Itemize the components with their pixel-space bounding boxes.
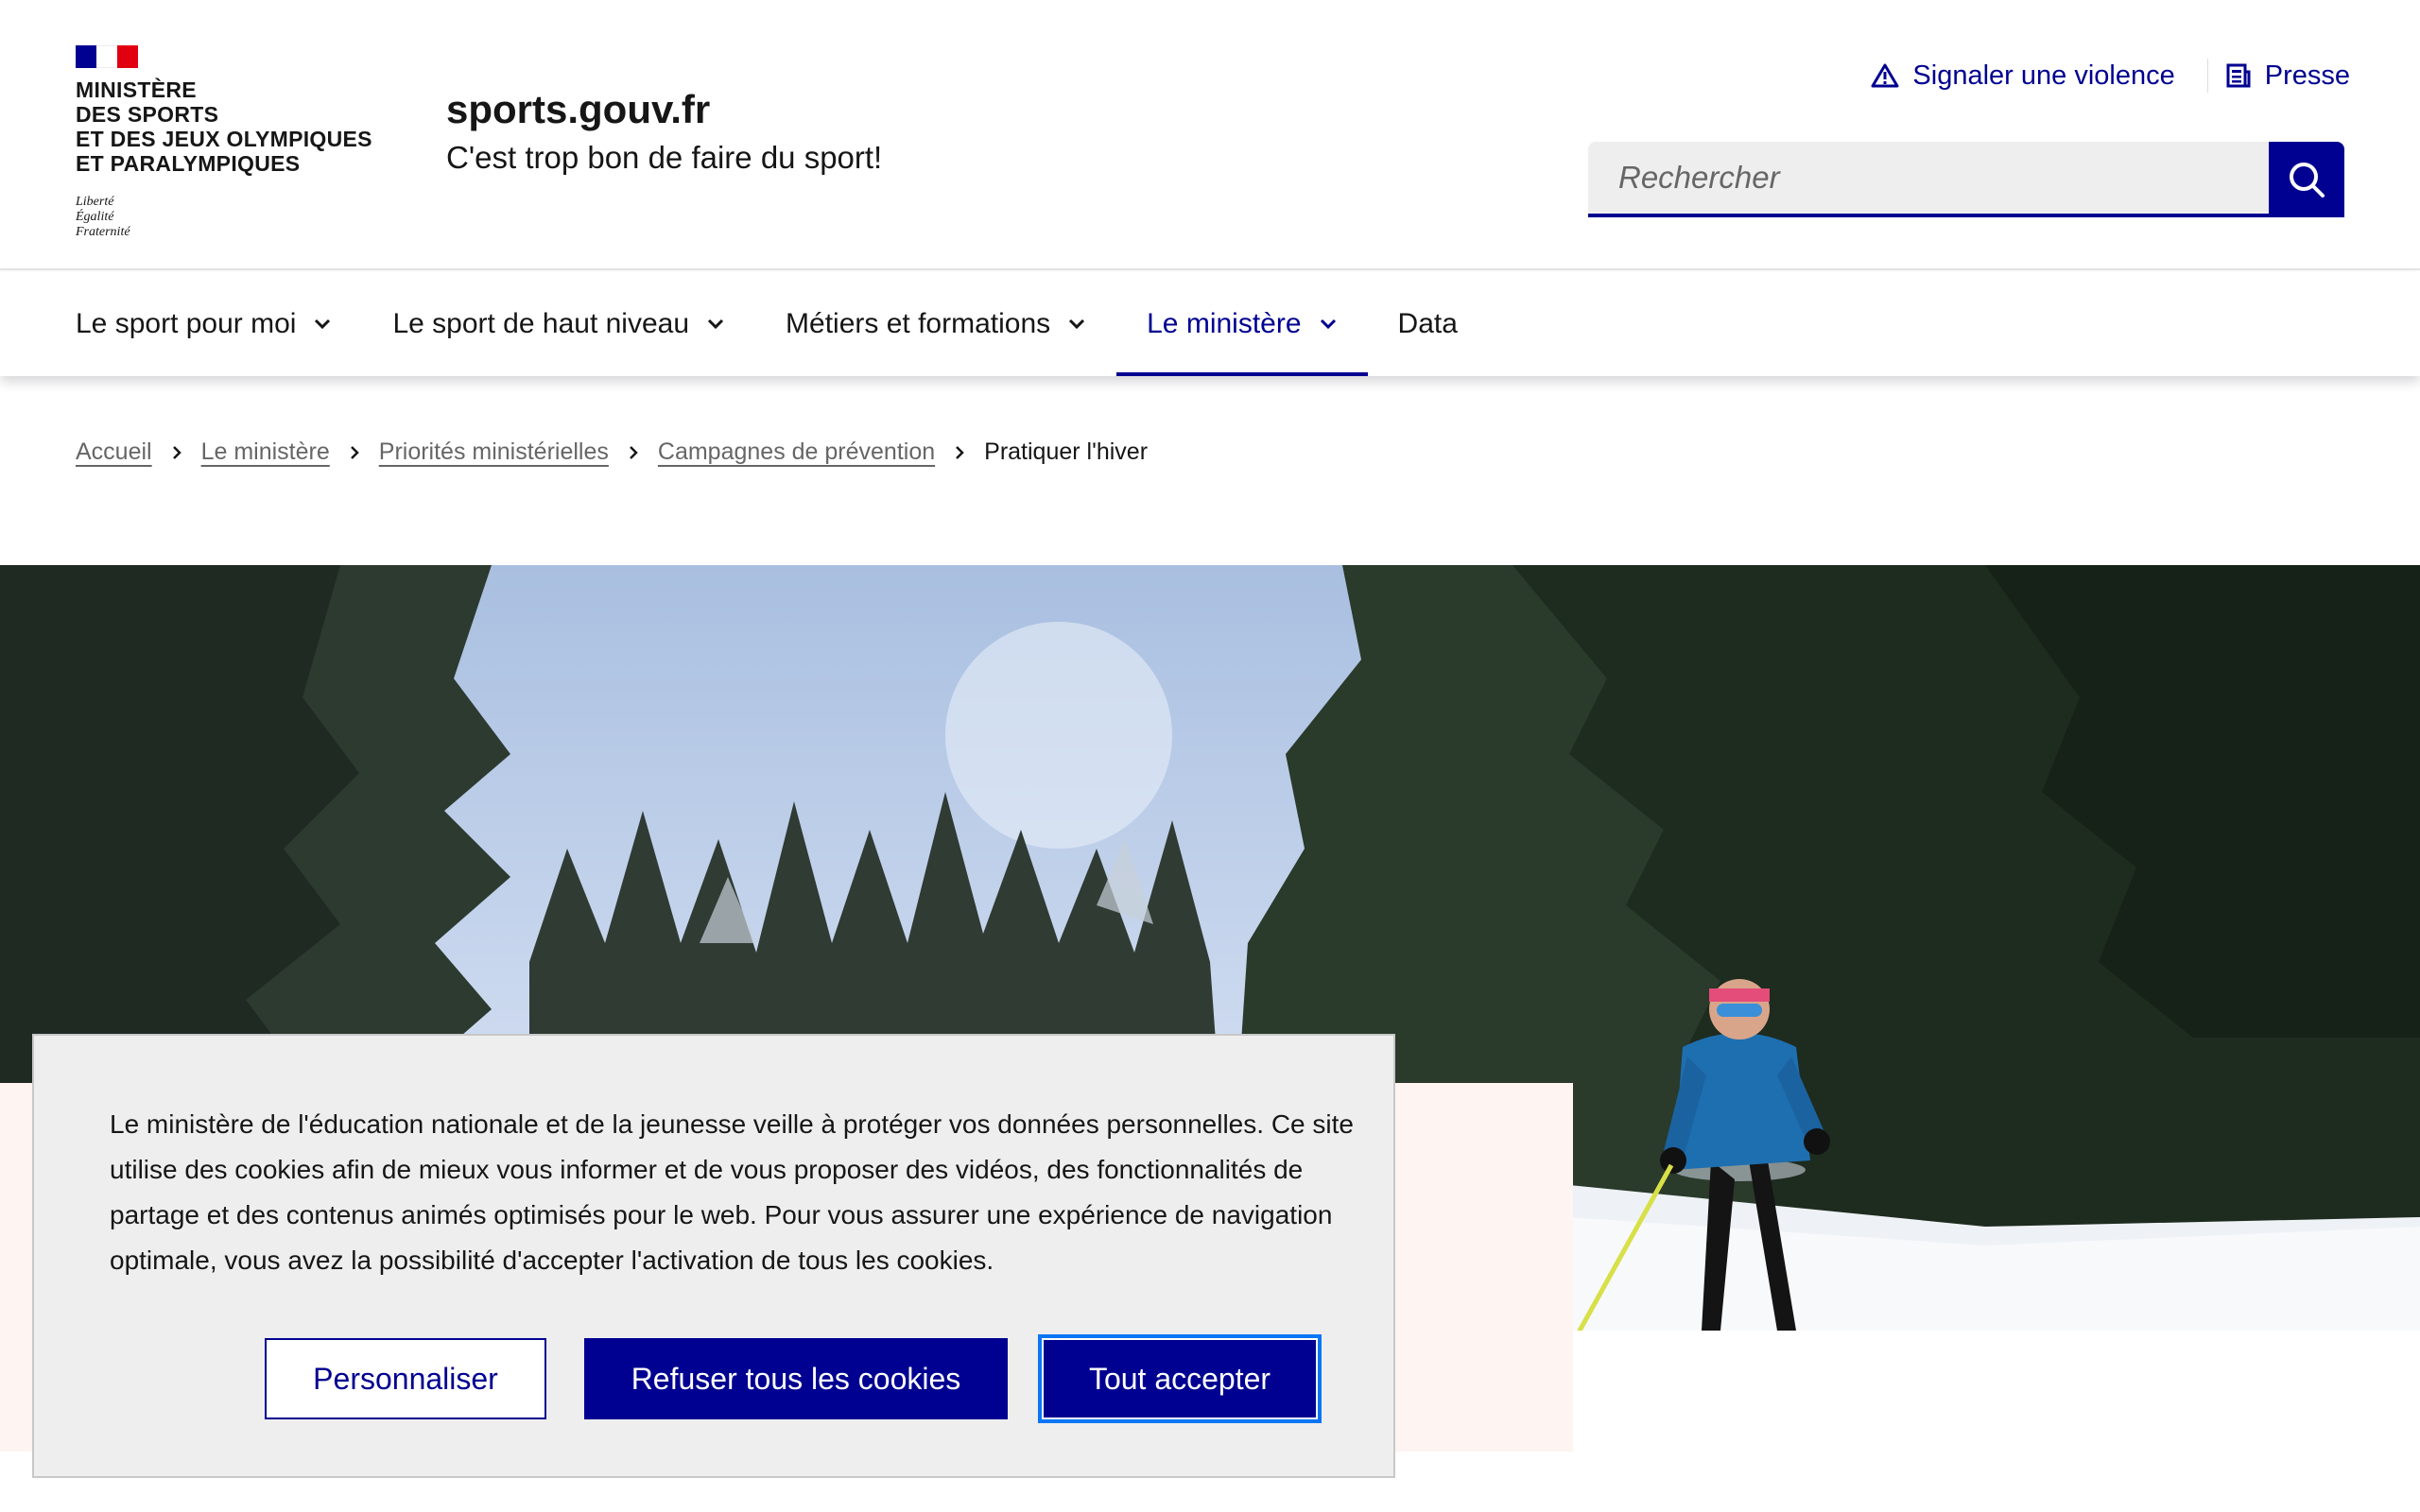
ministry-line: Ministère — [76, 77, 197, 102]
breadcrumb-link-accueil[interactable]: Accueil — [76, 438, 152, 466]
accept-all-cookies-button[interactable]: Tout accepter — [1038, 1334, 1322, 1423]
nav-item-data[interactable]: Data — [1368, 272, 1488, 376]
ministry-line: des Sports — [76, 102, 219, 127]
nav-item-label: Le sport pour moi — [76, 308, 297, 339]
ministry-line: et des Jeux Olympiques — [76, 127, 372, 151]
nav-item-label: Le sport de haut niveau — [392, 308, 690, 339]
chevron-right-icon — [349, 444, 360, 461]
nav-item-label: Le ministère — [1147, 308, 1302, 339]
customize-cookies-button[interactable]: Personnaliser — [265, 1338, 546, 1419]
press-label: Presse — [2264, 60, 2350, 91]
nav-item-haut-niveau[interactable]: Le sport de haut niveau — [362, 272, 755, 376]
refuse-cookies-button[interactable]: Refuser tous les cookies — [584, 1338, 1008, 1419]
warning-icon — [1871, 63, 1899, 88]
chevron-right-icon — [628, 444, 639, 461]
breadcrumb-current: Pratiquer l'hiver — [984, 438, 1149, 465]
breadcrumb: Accueil Le ministère Priorités ministéri… — [76, 438, 1148, 466]
chevron-down-icon — [1069, 318, 1085, 330]
report-violence-link[interactable]: Signaler une violence — [1871, 60, 2175, 92]
search-icon — [2290, 163, 2325, 198]
chevron-down-icon — [707, 318, 724, 330]
main-navigation: Le sport pour moi Le sport de haut nivea… — [0, 272, 2420, 376]
nav-item-sport-pour-moi[interactable]: Le sport pour moi — [45, 272, 362, 376]
ministry-logo[interactable]: Ministère des Sports et des Jeux Olympiq… — [76, 45, 378, 240]
press-link[interactable]: Presse — [2225, 60, 2350, 92]
nav-item-metiers-formations[interactable]: Métiers et formations — [755, 272, 1116, 376]
motto-line: Égalité — [76, 210, 114, 224]
header-tools: Signaler une violence Presse — [1871, 59, 2350, 93]
chevron-right-icon — [954, 444, 965, 461]
republic-motto: Liberté Égalité Fraternité — [76, 195, 378, 240]
cookie-consent-actions: Personnaliser Refuser tous les cookies T… — [265, 1334, 1322, 1423]
motto-line: Fraternité — [76, 225, 130, 239]
search-bar — [1588, 142, 2344, 217]
nav-item-label: Métiers et formations — [786, 308, 1051, 339]
french-flag-icon — [76, 45, 138, 68]
search-button[interactable] — [2269, 142, 2344, 217]
breadcrumb-link-priorites[interactable]: Priorités ministérielles — [379, 438, 609, 466]
search-input[interactable] — [1588, 142, 2269, 217]
breadcrumb-link-ministere[interactable]: Le ministère — [201, 438, 330, 466]
site-title[interactable]: sports.gouv.fr — [446, 87, 710, 132]
chevron-down-icon — [315, 318, 331, 330]
newspaper-icon — [2226, 63, 2251, 88]
motto-line: Liberté — [76, 195, 114, 209]
site-tagline: C'est trop bon de faire du sport! — [446, 140, 883, 175]
ministry-name: Ministère des Sports et des Jeux Olympiq… — [76, 77, 378, 176]
chevron-down-icon — [1320, 318, 1336, 330]
cookie-consent-text: Le ministère de l'éducation nationale et… — [110, 1109, 1354, 1275]
report-violence-label: Signaler une violence — [1912, 60, 2175, 91]
tools-divider — [2206, 59, 2208, 93]
breadcrumb-link-campagnes[interactable]: Campagnes de prévention — [658, 438, 935, 466]
ministry-line: et Paralympiques — [76, 151, 301, 176]
nav-item-label: Data — [1397, 308, 1458, 339]
nav-item-ministere[interactable]: Le ministère — [1116, 272, 1368, 376]
chevron-right-icon — [171, 444, 182, 461]
site-header: Ministère des Sports et des Jeux Olympiq… — [0, 0, 2420, 270]
cookie-consent-banner: Le ministère de l'éducation nationale et… — [32, 1034, 1395, 1478]
